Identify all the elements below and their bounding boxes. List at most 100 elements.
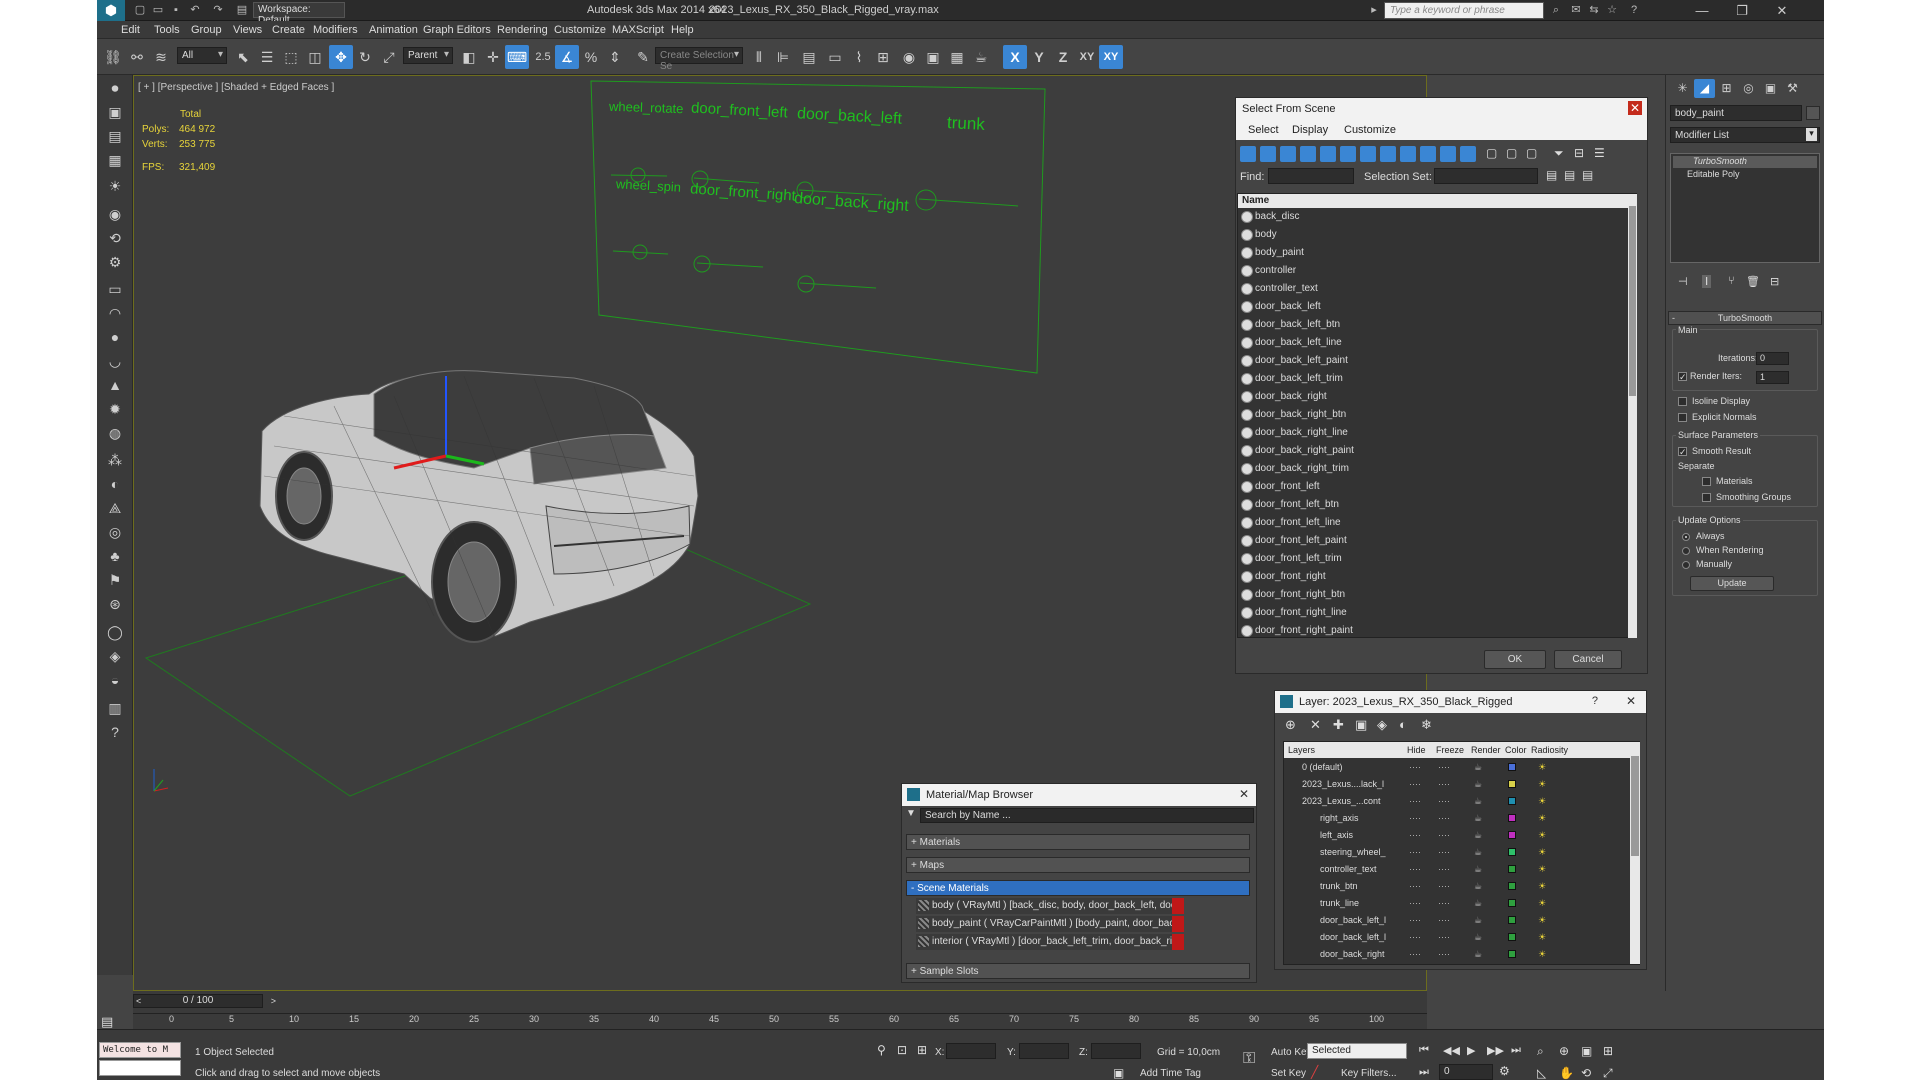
add-to-layer-icon[interactable]: ✚ bbox=[1333, 717, 1344, 733]
layer-render-teapot-icon[interactable]: ☕ bbox=[1474, 879, 1482, 893]
scene-list-item[interactable]: door_front_right_paint bbox=[1239, 623, 1553, 638]
layer-col-layers[interactable]: Layers bbox=[1288, 745, 1315, 755]
delete-layer-icon[interactable]: ✕ bbox=[1310, 717, 1321, 733]
layer-freeze-toggle[interactable]: ···· bbox=[1438, 760, 1450, 774]
scene-list[interactable]: Name back_disc body body_paint controller co… bbox=[1237, 193, 1637, 638]
axis-y-button[interactable]: Y bbox=[1027, 45, 1051, 69]
layer-color-swatch[interactable] bbox=[1508, 882, 1516, 890]
render-iters-spinner[interactable]: 1 bbox=[1756, 371, 1789, 384]
absolute-mode-icon[interactable]: ⊞ bbox=[917, 1043, 927, 1057]
layer-radiosity-icon[interactable]: ☀ bbox=[1538, 879, 1546, 893]
layer-freeze-toggle[interactable]: ···· bbox=[1438, 828, 1450, 842]
open-file-icon[interactable]: ▭ bbox=[151, 3, 165, 17]
layer-freeze-toggle[interactable]: ···· bbox=[1438, 777, 1450, 791]
bowl-icon[interactable]: ◡ bbox=[104, 350, 126, 372]
link-icon[interactable]: ⛓ bbox=[101, 45, 125, 69]
select-manipulate-icon[interactable]: ✛ bbox=[481, 45, 505, 69]
layer-row[interactable]: steering_wheel_ ···· ···· ☕ ☀ bbox=[1284, 845, 1560, 859]
layer-freeze-toggle[interactable]: ···· bbox=[1438, 845, 1450, 859]
layer-color-swatch[interactable] bbox=[1508, 780, 1516, 788]
app-logo-icon[interactable]: ⬢ bbox=[97, 0, 125, 21]
modifier-list-dropdown[interactable]: Modifier List ▾ bbox=[1670, 127, 1820, 143]
zoom-icon[interactable]: ⌕ bbox=[1537, 1044, 1544, 1059]
exchange-icon[interactable]: ⇆ bbox=[1587, 3, 1601, 17]
mesh-icon[interactable]: ⟁ bbox=[104, 497, 126, 519]
create-layer-icon[interactable]: ⊕ bbox=[1285, 717, 1296, 733]
show-end-result-icon[interactable]: Ⅰ bbox=[1702, 275, 1712, 288]
material-browser-close-button[interactable]: ✕ bbox=[1237, 787, 1251, 801]
scene-list-item[interactable]: door_back_left_paint bbox=[1239, 353, 1553, 368]
iterations-spinner[interactable]: 0 bbox=[1756, 352, 1789, 365]
save-file-icon[interactable]: ▪ bbox=[169, 3, 183, 17]
viewport-icon[interactable]: ▣ bbox=[104, 101, 126, 123]
explicit-normals-checkbox[interactable] bbox=[1678, 413, 1687, 422]
create-tab-icon[interactable]: ✳ bbox=[1672, 79, 1693, 98]
align-icon[interactable]: ⊫ bbox=[771, 45, 795, 69]
layer-radiosity-icon[interactable]: ☀ bbox=[1538, 760, 1546, 774]
scene-list-item[interactable]: door_front_left_paint bbox=[1239, 533, 1553, 548]
key-mode-dropdown[interactable]: Selected bbox=[1307, 1043, 1407, 1059]
layer-row[interactable]: 0 (default) ···· ···· ☕ ☀ bbox=[1284, 760, 1560, 774]
hide-all-layers-icon[interactable]: ◐ bbox=[1399, 717, 1407, 732]
layer-render-teapot-icon[interactable]: ☕ bbox=[1474, 794, 1482, 808]
scene-materials-section[interactable]: - Scene Materials bbox=[906, 880, 1250, 896]
menu-animation[interactable]: Animation bbox=[369, 24, 418, 36]
field-of-view-icon[interactable]: ◺ bbox=[1537, 1066, 1546, 1080]
filter-bones-icon[interactable] bbox=[1400, 146, 1416, 162]
layer-manager-icon[interactable]: ▤ bbox=[797, 45, 821, 69]
menu-group[interactable]: Group bbox=[191, 24, 222, 36]
layer-row[interactable]: door_back_right ···· ···· ☕ ☀ bbox=[1284, 947, 1560, 961]
scene-list-item[interactable]: door_back_left_btn bbox=[1239, 317, 1553, 332]
render-sphere-icon[interactable]: ◯ bbox=[104, 621, 126, 643]
layer-row[interactable]: door_back_left_l ···· ···· ☕ ☀ bbox=[1284, 913, 1560, 927]
filter-groups-icon[interactable] bbox=[1360, 146, 1376, 162]
select-rotate-icon[interactable]: ↻ bbox=[353, 45, 377, 69]
select-move-icon[interactable]: ✥ bbox=[329, 45, 353, 69]
scene-list-item[interactable]: door_back_left_line bbox=[1239, 335, 1553, 350]
layer-hide-toggle[interactable]: ···· bbox=[1409, 760, 1421, 774]
layer-freeze-toggle[interactable]: ···· bbox=[1438, 794, 1450, 808]
layer-hide-toggle[interactable]: ···· bbox=[1409, 896, 1421, 910]
helper-icon[interactable]: ⟲ bbox=[104, 227, 126, 249]
layer-radiosity-icon[interactable]: ☀ bbox=[1538, 811, 1546, 825]
scene-list-item[interactable]: door_front_right_btn bbox=[1239, 587, 1553, 602]
layer-row[interactable]: 2023_Lexus....lack_l ···· ···· ☕ ☀ bbox=[1284, 777, 1560, 791]
menu-graph-editors[interactable]: Graph Editors bbox=[423, 24, 491, 36]
search-arrow-icon[interactable]: ▸ bbox=[1367, 3, 1381, 17]
window-crossing-icon[interactable]: ◫ bbox=[303, 45, 327, 69]
layer-radiosity-icon[interactable]: ☀ bbox=[1538, 828, 1546, 842]
y-coord-field[interactable] bbox=[1019, 1043, 1069, 1059]
goto-end-icon[interactable]: ⏭ bbox=[1511, 1044, 1521, 1057]
layer-col-color[interactable]: Color bbox=[1505, 745, 1527, 755]
layer-dialog-close-button[interactable]: ✕ bbox=[1624, 694, 1638, 708]
scene-list-item[interactable]: door_back_right_line bbox=[1239, 425, 1553, 440]
light-icon[interactable]: ☀ bbox=[104, 175, 126, 197]
scene-list-item[interactable]: door_front_left_line bbox=[1239, 515, 1553, 530]
axis-xy-cycle-button[interactable]: XY bbox=[1099, 45, 1123, 69]
scene-list-item[interactable]: back_disc bbox=[1239, 209, 1553, 224]
auto-key-button[interactable]: Auto Key bbox=[1271, 1047, 1312, 1058]
maxscript-listener[interactable]: Welcome to M bbox=[99, 1042, 181, 1058]
scene-list-scrollbar[interactable] bbox=[1628, 194, 1637, 638]
layer-radiosity-icon[interactable]: ☀ bbox=[1538, 947, 1546, 961]
select-by-name-icon[interactable]: ☰ bbox=[255, 45, 279, 69]
key-filters-button[interactable]: Key Filters... bbox=[1341, 1068, 1397, 1079]
keyboard-shortcut-override-icon[interactable]: ⌨ bbox=[505, 45, 529, 69]
menu-tools[interactable]: Tools bbox=[154, 24, 180, 36]
filter-helpers-icon[interactable] bbox=[1320, 146, 1336, 162]
goto-start-icon[interactable]: ⏮ bbox=[1419, 1044, 1429, 1057]
prev-frame-icon[interactable]: ◀◀ bbox=[1443, 1044, 1460, 1057]
minimize-button[interactable]: — bbox=[1682, 1, 1722, 20]
modify-tab-icon[interactable]: ◢ bbox=[1694, 79, 1715, 98]
axis-x-button[interactable]: X bbox=[1003, 45, 1027, 69]
hierarchy-icon[interactable]: ⊟ bbox=[1574, 146, 1584, 160]
layer-radiosity-icon[interactable]: ☀ bbox=[1538, 777, 1546, 791]
sun-icon[interactable]: ✹ bbox=[104, 398, 126, 420]
layer-render-teapot-icon[interactable]: ☕ bbox=[1474, 947, 1482, 961]
environment-icon[interactable]: ◒ bbox=[104, 669, 126, 691]
layer-list[interactable]: Layers Hide Freeze Render Color Radiosit… bbox=[1283, 741, 1640, 965]
key-icon[interactable]: ⚿ bbox=[1243, 1050, 1255, 1068]
layer-color-swatch[interactable] bbox=[1508, 916, 1516, 924]
close-button[interactable]: ✕ bbox=[1762, 1, 1802, 20]
axis-xy-button[interactable]: XY bbox=[1075, 45, 1099, 69]
